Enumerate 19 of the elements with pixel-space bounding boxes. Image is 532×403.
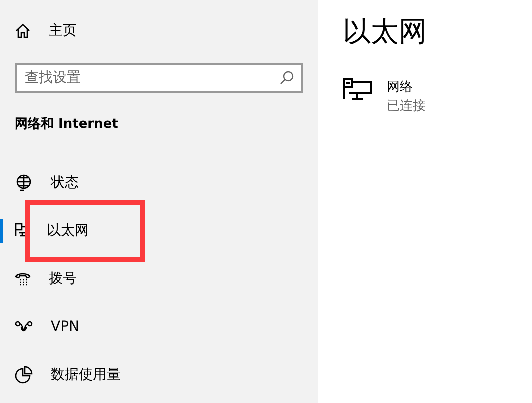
nav-item[interactable]: 状态 [0, 159, 303, 207]
nav-item[interactable]: VPN [0, 303, 303, 351]
page-title: 以太网 [343, 14, 427, 50]
pie-chart-icon [15, 366, 33, 384]
network-name: 网络 [387, 79, 414, 97]
nav-item[interactable]: 以太网 [0, 207, 303, 255]
search-icon [280, 71, 294, 85]
section-heading: 网络和 Internet [15, 116, 120, 134]
search-field[interactable]: 查找设置 [15, 63, 303, 93]
home-link[interactable]: 主页 [15, 11, 303, 51]
phone-icon [15, 272, 31, 286]
connection-status: 已连接 [387, 98, 426, 116]
globe-icon [15, 174, 33, 192]
nav-item[interactable]: 拨号 [0, 255, 303, 303]
network-icon [343, 78, 373, 102]
network-entry[interactable]: 网络 已连接 [343, 78, 427, 116]
nav-item[interactable]: 数据使用量 [0, 351, 303, 399]
home-icon [15, 23, 31, 39]
vpn-icon [15, 321, 33, 333]
